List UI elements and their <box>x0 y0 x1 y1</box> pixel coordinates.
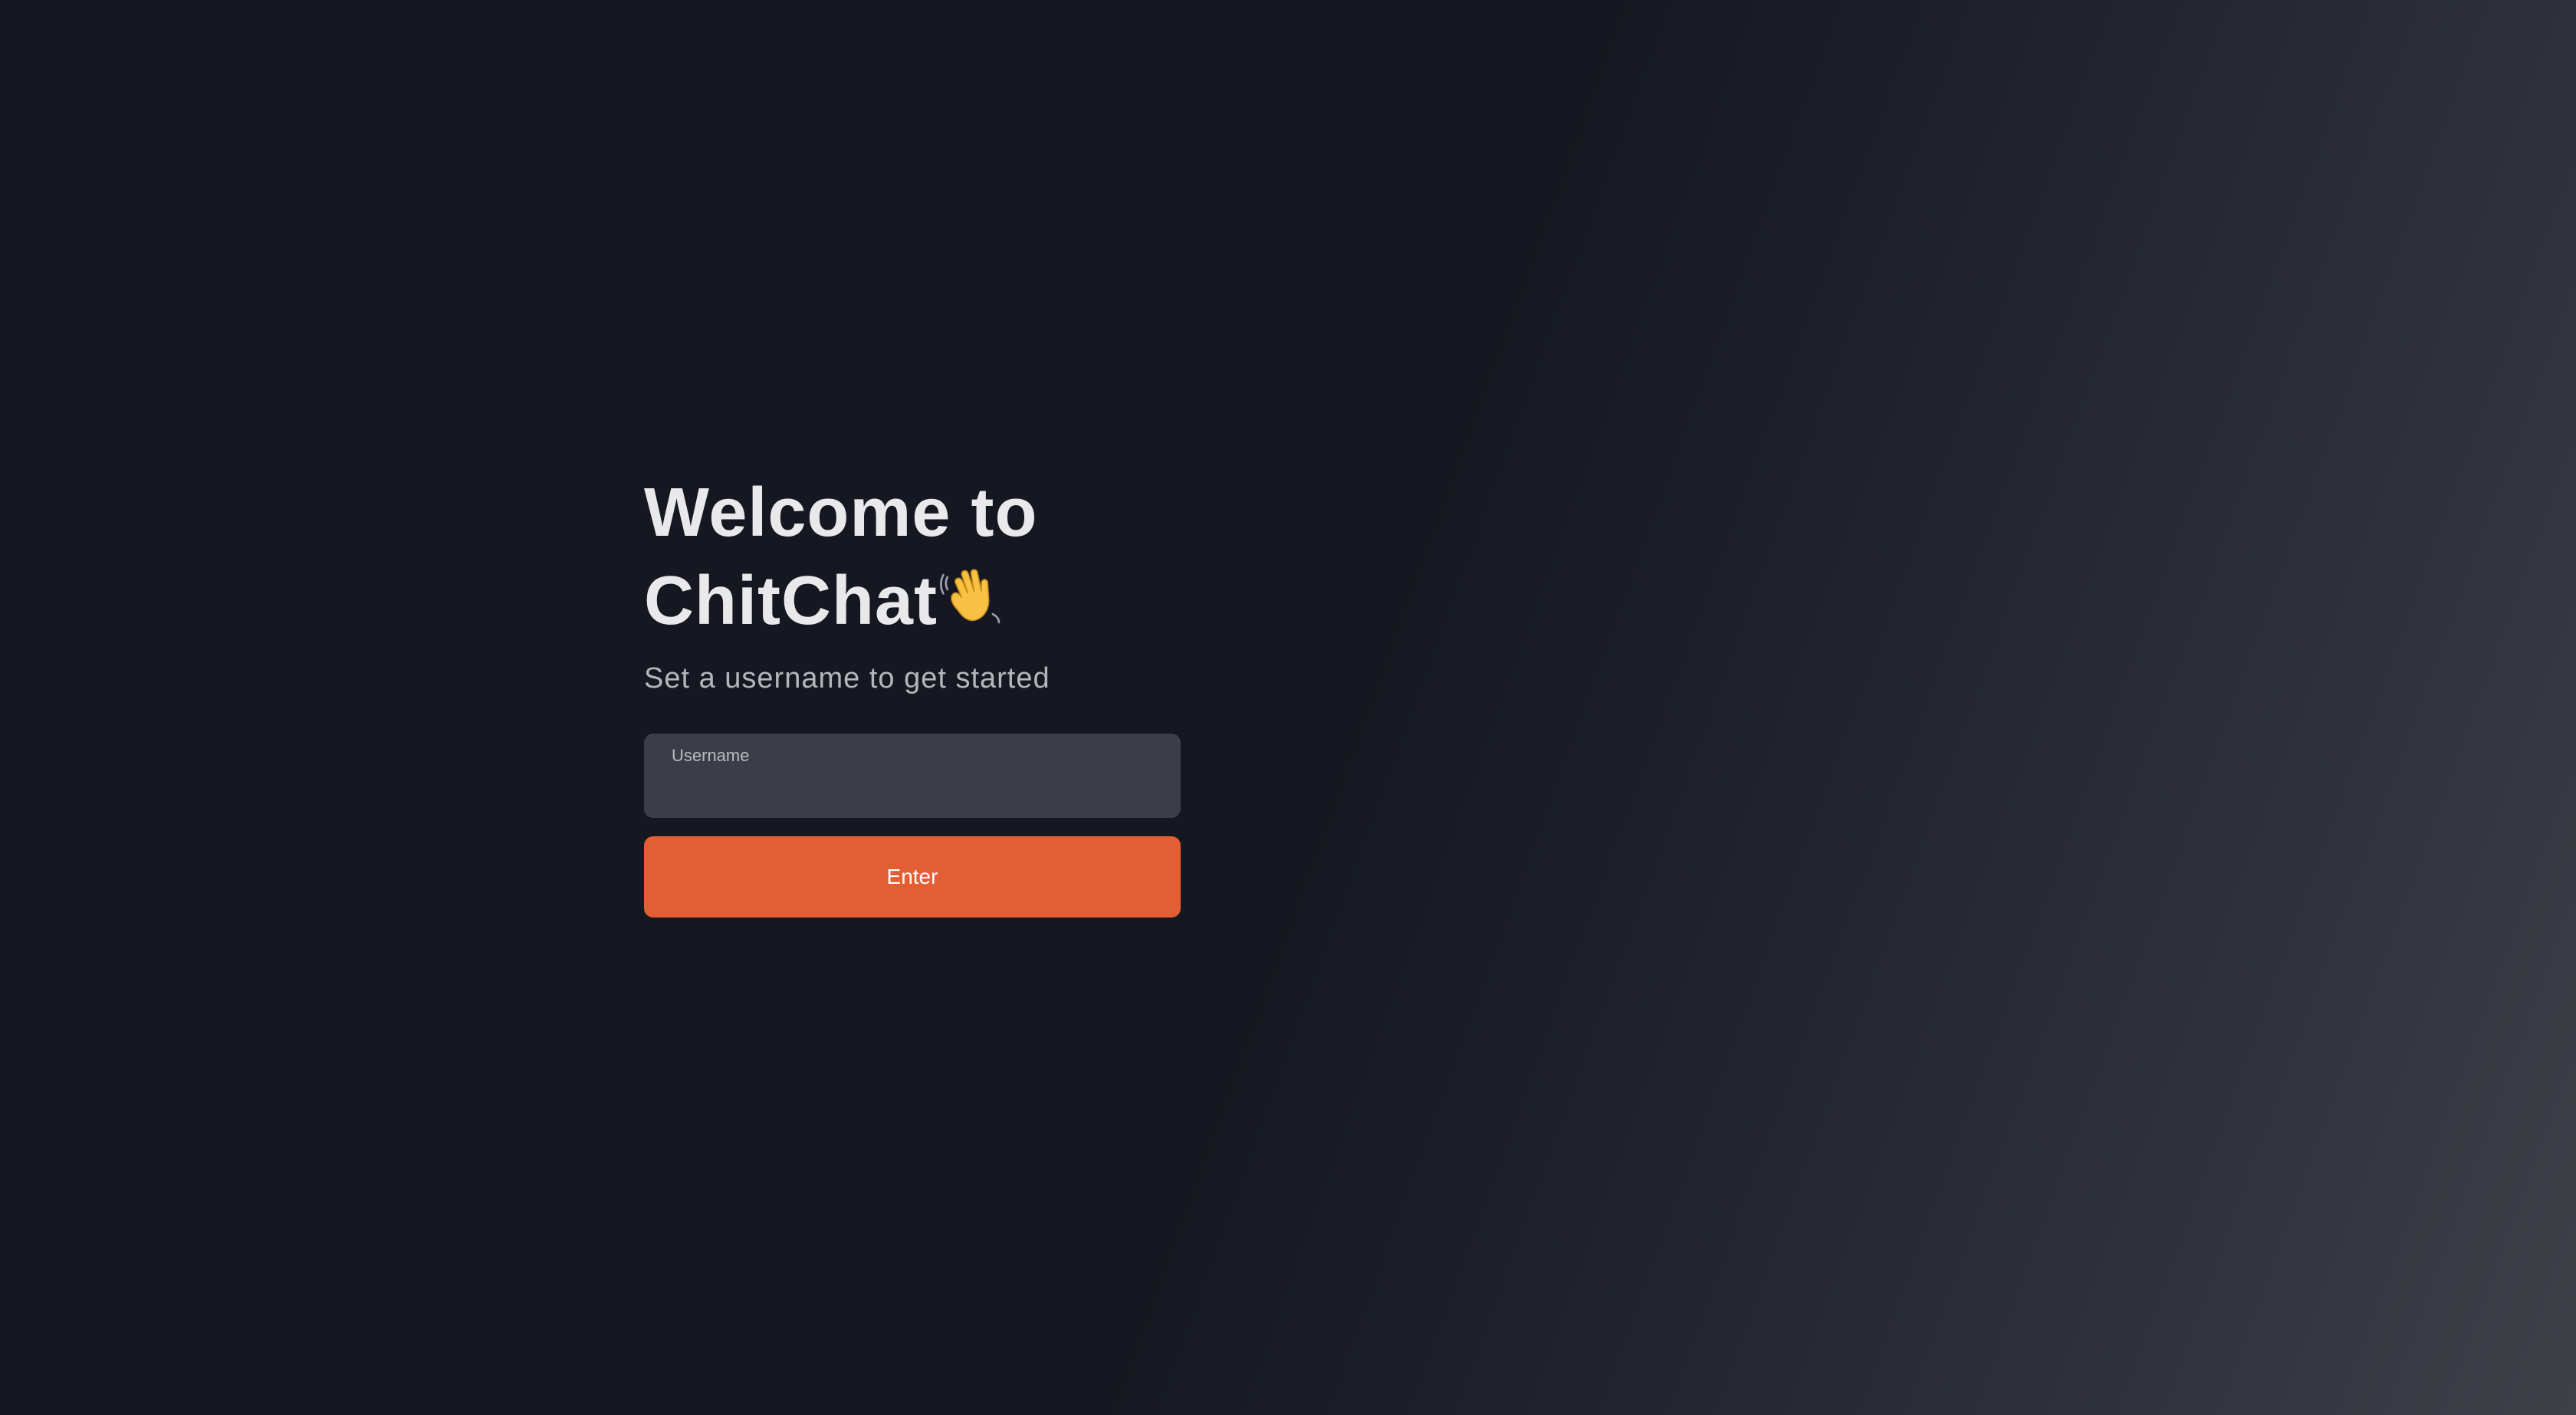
page-title: Welcome to ChitChat <box>644 469 1181 645</box>
welcome-panel: Welcome to ChitChat Set a username to ge… <box>644 469 1181 918</box>
background-gradient <box>0 0 2576 1415</box>
username-input[interactable] <box>672 772 1153 807</box>
username-field[interactable]: Username <box>644 734 1181 818</box>
waving-hand-icon <box>939 562 1005 628</box>
title-line-2: ChitChat <box>644 557 1181 645</box>
app-name: ChitChat <box>644 563 938 639</box>
subtitle: Set a username to get started <box>644 662 1050 694</box>
enter-button[interactable]: Enter <box>644 836 1181 918</box>
title-line-1: Welcome to <box>644 474 1038 551</box>
username-label: Username <box>672 746 750 765</box>
